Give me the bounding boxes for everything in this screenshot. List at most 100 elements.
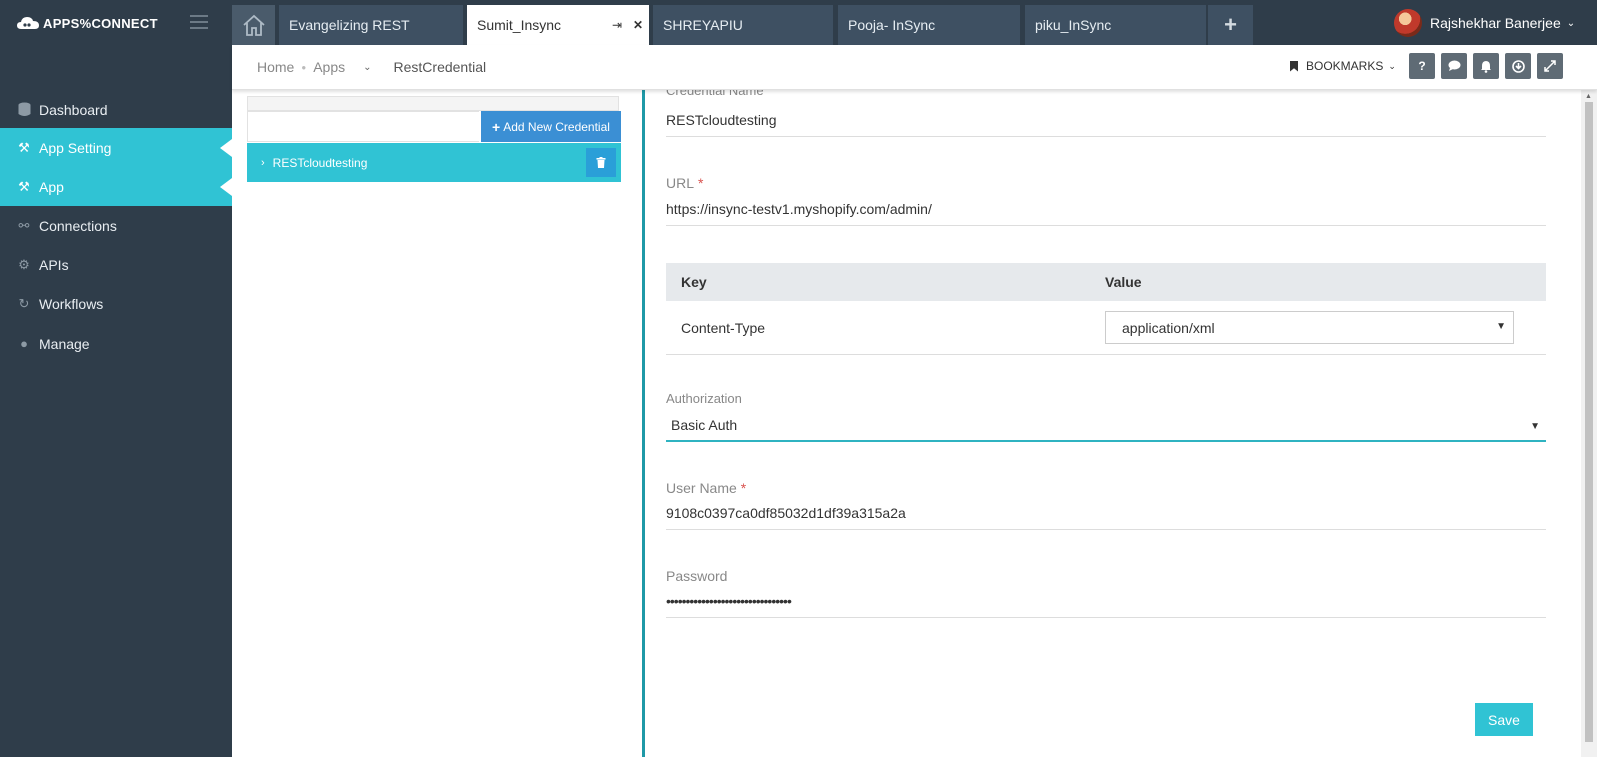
pin-icon[interactable]: ⇥ — [612, 18, 622, 32]
avatar — [1394, 9, 1422, 37]
logo-text: APPS%CONNECT — [43, 15, 158, 31]
headers-table: Key Value Content-Type application/xml ▼ — [666, 263, 1546, 355]
password-field[interactable]: •••••••••••••••••••••••••••••••• — [666, 593, 1546, 618]
sidebar-item-label: APIs — [39, 256, 69, 273]
workflows-icon: ↻ — [18, 295, 30, 311]
scrollbar-thumb[interactable] — [1585, 102, 1593, 742]
tab-label: SHREYAPIU — [663, 17, 743, 33]
column-header-key: Key — [681, 274, 707, 290]
url-label-text: URL — [666, 175, 695, 191]
chevron-down-icon[interactable]: ⌄ — [363, 62, 371, 73]
required-marker: * — [698, 175, 704, 191]
chat-icon — [1448, 60, 1460, 71]
authorization-label: Authorization — [666, 391, 742, 406]
tab-label: Evangelizing REST — [289, 17, 410, 33]
sidebar-item-dashboard[interactable]: Dashboard — [0, 90, 232, 129]
trash-icon — [596, 157, 606, 168]
manage-icon: ● — [20, 336, 28, 351]
breadcrumb-bar: Home ● Apps ⌄ RestCredential BOOKMARKS ⌄… — [232, 45, 1597, 90]
sidebar-item-manage[interactable]: ● Manage — [0, 324, 232, 363]
cloud-logo-icon — [17, 17, 39, 29]
sidebar-item-connections[interactable]: ⚯ Connections — [0, 206, 232, 245]
credential-name-label: Credential Name — [666, 90, 764, 98]
breadcrumb-separator-icon: ● — [301, 62, 307, 72]
sidebar-item-label: App — [39, 178, 64, 195]
header-value-selected: application/xml — [1122, 320, 1215, 336]
dropdown-arrow-icon: ▼ — [1496, 321, 1506, 332]
credential-list-item[interactable]: › RESTcloudtesting — [247, 143, 621, 182]
credential-search-input[interactable] — [247, 111, 479, 142]
menu-toggle-icon[interactable] — [190, 15, 208, 29]
header-value-cell: application/xml ▼ — [1105, 311, 1546, 344]
password-label: Password — [666, 568, 728, 584]
question-icon: ? — [1418, 59, 1426, 73]
bookmarks-dropdown[interactable]: BOOKMARKS ⌄ — [1290, 59, 1396, 73]
tab-label: piku_InSync — [1035, 17, 1112, 33]
username-label: User Name * — [666, 480, 746, 496]
header-value-select[interactable]: application/xml ▼ — [1105, 311, 1514, 344]
notifications-button[interactable] — [1473, 53, 1499, 79]
tab-label: Sumit_Insync — [477, 17, 562, 33]
bookmarks-label: BOOKMARKS — [1306, 59, 1384, 73]
breadcrumb: Home ● Apps ⌄ RestCredential — [257, 59, 486, 75]
breadcrumb-current: RestCredential — [393, 59, 487, 75]
scroll-up-icon[interactable]: ▲ — [1585, 93, 1592, 100]
username-field[interactable]: 9108c0397ca0df85032d1df39a315a2a — [666, 505, 1546, 530]
add-button-label: Add New Credential — [503, 119, 610, 134]
database-icon — [16, 102, 32, 118]
appsconnect-logo[interactable]: APPS%CONNECT — [16, 14, 158, 32]
tab-label: Pooja- InSync — [848, 17, 936, 33]
tab-piku-insync[interactable]: piku_InSync — [1025, 5, 1206, 45]
app-icon: ⚒ — [18, 178, 30, 194]
url-field[interactable]: https://insync-testv1.myshopify.com/admi… — [666, 201, 1546, 226]
sidebar-item-workflows[interactable]: ↻ Workflows — [0, 284, 232, 323]
expand-icon — [1544, 60, 1556, 72]
dropdown-arrow-icon: ▼ — [1530, 421, 1540, 432]
chat-button[interactable] — [1441, 53, 1467, 79]
sidebar-item-app[interactable]: ⚒ App — [0, 167, 232, 206]
scrollbar[interactable]: ▲ — [1581, 90, 1597, 757]
fullscreen-button[interactable] — [1537, 53, 1563, 79]
required-marker: * — [740, 480, 747, 496]
top-bar: APPS%CONNECT Evangelizing REST Sumit_Ins… — [0, 0, 1597, 45]
chevron-down-icon: ⌄ — [1566, 17, 1576, 29]
connections-icon: ⚯ — [18, 217, 30, 233]
user-name: Rajshekhar Banerjee — [1430, 15, 1561, 31]
credentials-panel-header — [247, 96, 619, 111]
delete-credential-button[interactable] — [586, 148, 616, 177]
tab-evangelizing-rest[interactable]: Evangelizing REST — [279, 5, 463, 45]
bookmark-icon — [1290, 60, 1298, 72]
chevron-right-icon: › — [261, 156, 265, 169]
close-icon[interactable]: ✕ — [633, 18, 643, 32]
credential-name: RESTcloudtesting — [272, 155, 368, 170]
save-button[interactable]: Save — [1475, 703, 1533, 736]
tab-sumit-insync[interactable]: Sumit_Insync ⇥ ✕ — [467, 5, 649, 45]
breadcrumb-apps[interactable]: Apps — [313, 59, 345, 75]
bell-icon — [1481, 60, 1491, 73]
download-icon — [1511, 59, 1525, 73]
username-label-text: User Name — [666, 480, 737, 496]
sidebar-item-label: Connections — [39, 217, 117, 234]
sidebar: Dashboard ⚒ App Setting ⚒ App ⚯ Connecti… — [0, 45, 232, 757]
sidebar-item-app-setting[interactable]: ⚒ App Setting — [0, 128, 232, 167]
apis-icon: ⚙ — [18, 256, 30, 272]
add-tab-button[interactable]: + — [1208, 5, 1253, 45]
authorization-selected: Basic Auth — [671, 417, 738, 433]
column-header-value: Value — [1105, 274, 1142, 290]
authorization-select[interactable]: Basic Auth ▼ — [666, 412, 1546, 442]
credentials-panel: + Add New Credential › RESTcloudtesting — [232, 90, 642, 757]
header-key-cell: Content-Type — [681, 319, 766, 336]
add-new-credential-button[interactable]: + Add New Credential — [481, 111, 621, 142]
sidebar-item-apis[interactable]: ⚙ APIs — [0, 245, 232, 284]
home-tab[interactable] — [232, 5, 275, 45]
user-menu[interactable]: Rajshekhar Banerjee ⌄ — [1394, 9, 1575, 37]
help-button[interactable]: ? — [1409, 53, 1435, 79]
tab-pooja-insync[interactable]: Pooja- InSync — [838, 5, 1020, 45]
app-setting-icon: ⚒ — [18, 139, 30, 155]
credential-form: Credential Name RESTcloudtesting URL * ht… — [642, 90, 1581, 757]
breadcrumb-home[interactable]: Home — [257, 59, 294, 75]
download-button[interactable] — [1505, 53, 1531, 79]
tab-shreyapiu[interactable]: SHREYAPIU — [653, 5, 833, 45]
credential-name-field[interactable]: RESTcloudtesting — [666, 112, 1546, 137]
sidebar-item-label: Manage — [39, 335, 90, 352]
